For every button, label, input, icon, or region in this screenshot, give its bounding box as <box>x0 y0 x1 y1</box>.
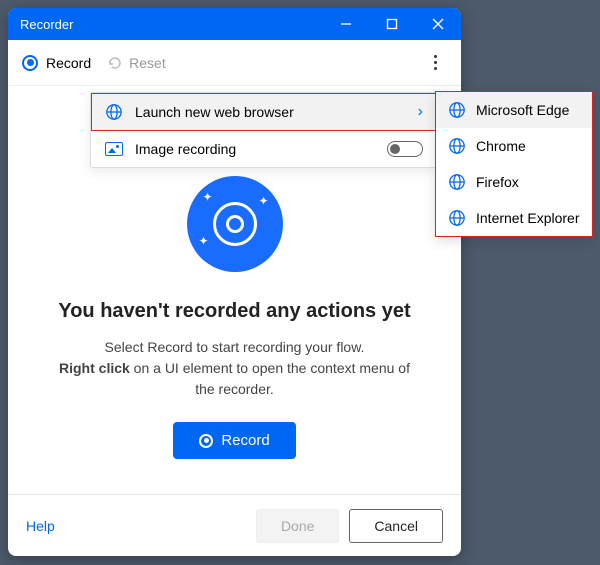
record-radio-icon <box>22 55 38 71</box>
hero-illustration: ✦✦✦ <box>187 176 283 272</box>
menu-item-image-recording[interactable]: Image recording <box>91 131 437 167</box>
maximize-icon <box>386 18 398 30</box>
menu-item-label: Image recording <box>135 141 236 157</box>
help-link[interactable]: Help <box>26 518 55 534</box>
cancel-button[interactable]: Cancel <box>349 509 443 543</box>
browser-submenu: Microsoft Edge Chrome Firefox Internet E… <box>435 91 593 237</box>
image-icon <box>105 142 123 156</box>
menu-item-label: Launch new web browser <box>135 104 294 120</box>
empty-state-text: Select Record to start recording your fl… <box>8 337 461 400</box>
browser-option-edge[interactable]: Microsoft Edge <box>436 92 592 128</box>
window-title: Recorder <box>20 17 323 32</box>
maximize-button[interactable] <box>369 8 415 40</box>
reset-label: Reset <box>129 55 166 71</box>
recorder-window: Recorder Record Reset Launch new web b <box>8 8 461 556</box>
empty-state-headline: You haven't recorded any actions yet <box>58 300 410 323</box>
record-icon <box>199 434 213 448</box>
content-area: Launch new web browser › Image recording… <box>8 86 461 494</box>
more-options-menu: Launch new web browser › Image recording <box>90 92 438 168</box>
browser-option-chrome[interactable]: Chrome <box>436 128 592 164</box>
record-label: Record <box>46 55 91 71</box>
browser-option-firefox[interactable]: Firefox <box>436 164 592 200</box>
globe-icon <box>448 173 466 191</box>
globe-icon <box>105 103 123 121</box>
close-icon <box>432 18 444 30</box>
done-button: Done <box>256 509 339 543</box>
browser-label: Internet Explorer <box>476 210 580 226</box>
chevron-right-icon: › <box>418 103 423 121</box>
globe-icon <box>448 209 466 227</box>
globe-icon <box>448 101 466 119</box>
record-button-label: Record <box>221 432 269 449</box>
browser-label: Microsoft Edge <box>476 102 569 118</box>
minimize-icon <box>340 18 352 30</box>
browser-option-ie[interactable]: Internet Explorer <box>436 200 592 236</box>
image-recording-toggle[interactable] <box>387 141 423 157</box>
reset-button[interactable]: Reset <box>107 55 166 71</box>
toolbar: Record Reset <box>8 40 461 86</box>
menu-item-launch-browser[interactable]: Launch new web browser › <box>91 93 437 131</box>
reset-icon <box>107 55 123 71</box>
titlebar: Recorder <box>8 8 461 40</box>
footer: Help Done Cancel <box>8 494 461 556</box>
close-button[interactable] <box>415 8 461 40</box>
record-toggle[interactable]: Record <box>22 55 91 71</box>
kebab-icon <box>434 55 437 58</box>
browser-label: Chrome <box>476 138 526 154</box>
minimize-button[interactable] <box>323 8 369 40</box>
record-button[interactable]: Record <box>173 422 295 459</box>
globe-icon <box>448 137 466 155</box>
more-options-button[interactable] <box>423 55 447 70</box>
browser-label: Firefox <box>476 174 519 190</box>
